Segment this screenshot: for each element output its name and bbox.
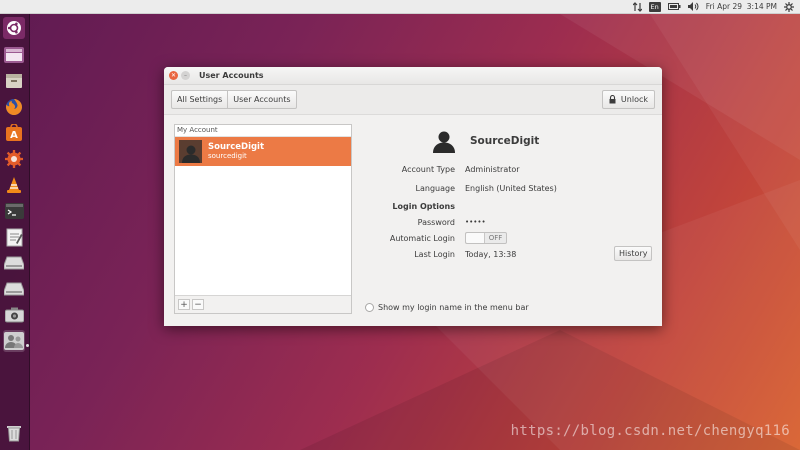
- software-center-icon[interactable]: A: [3, 122, 25, 144]
- last-login-value: Today, 13:38: [465, 249, 517, 259]
- user-detail-header: SourceDigit: [432, 129, 539, 153]
- breadcrumb: All Settings User Accounts: [171, 90, 297, 109]
- window-toolbar: All Settings User Accounts Unlock: [164, 85, 662, 115]
- show-login-name-checkbox[interactable]: [365, 303, 374, 312]
- account-list: My Account SourceDigit sourcedigit + −: [174, 124, 352, 314]
- active-app-indicator: [26, 344, 29, 347]
- trash-icon[interactable]: [3, 422, 25, 444]
- camera-icon[interactable]: [3, 304, 25, 326]
- last-login-label: Last Login: [414, 249, 455, 259]
- history-button[interactable]: History: [614, 246, 653, 261]
- language-row: Language English (United States): [364, 182, 654, 194]
- account-type-row: Account Type Administrator: [364, 163, 654, 175]
- account-type-value[interactable]: Administrator: [465, 165, 520, 174]
- window-titlebar[interactable]: ✕ – User Accounts: [164, 67, 662, 85]
- account-list-footer: + −: [175, 295, 351, 313]
- avatar: [179, 140, 202, 163]
- login-options-heading: Login Options: [392, 201, 455, 211]
- automatic-login-toggle[interactable]: OFF: [465, 232, 507, 244]
- battery-icon[interactable]: [667, 1, 681, 13]
- keyboard-layout-indicator[interactable]: En: [648, 1, 661, 12]
- toggle-state: OFF: [488, 234, 503, 242]
- account-display-name: SourceDigit: [208, 142, 265, 152]
- datetime[interactable]: Fri Apr 29 3:14 PM: [706, 2, 777, 11]
- account-list-header: My Account: [175, 125, 351, 137]
- user-full-name[interactable]: SourceDigit: [470, 135, 539, 147]
- close-icon[interactable]: ✕: [169, 71, 178, 80]
- account-type-label: Account Type: [401, 164, 455, 174]
- last-login-row: Last Login Today, 13:38: [364, 248, 654, 260]
- login-options-heading-row: Login Options: [364, 200, 654, 212]
- system-settings-icon[interactable]: [3, 148, 25, 170]
- account-username: sourcedigit: [208, 152, 247, 160]
- watermark: https://blog.csdn.net/chengyq116: [510, 423, 790, 439]
- remove-user-button[interactable]: −: [192, 299, 204, 310]
- ubuntu-dash-icon[interactable]: [3, 17, 25, 39]
- automatic-login-row: Automatic Login OFF: [364, 232, 654, 244]
- drive-icon[interactable]: [3, 278, 25, 300]
- user-avatar-icon[interactable]: [432, 129, 456, 153]
- text-editor-icon[interactable]: [3, 226, 25, 248]
- top-panel: En Fri Apr 29 3:14 PM: [0, 0, 800, 14]
- unlock-button[interactable]: Unlock: [601, 90, 655, 109]
- launcher: A: [0, 14, 30, 450]
- minimize-icon[interactable]: –: [181, 71, 190, 80]
- user-accounts-button[interactable]: User Accounts: [228, 90, 297, 109]
- show-login-name-option[interactable]: Show my login name in the menu bar: [365, 303, 529, 312]
- show-login-name-label: Show my login name in the menu bar: [378, 303, 529, 312]
- password-label: Password: [417, 217, 455, 227]
- vlc-icon[interactable]: [3, 174, 25, 196]
- password-value[interactable]: •••••: [465, 218, 486, 226]
- add-user-button[interactable]: +: [178, 299, 190, 310]
- user-accounts-icon[interactable]: [3, 330, 25, 352]
- gear-icon[interactable]: [784, 1, 794, 13]
- drive-icon[interactable]: [3, 252, 25, 274]
- user-accounts-window: ✕ – User Accounts All Settings User Acco…: [164, 67, 662, 326]
- archive-icon[interactable]: [3, 70, 25, 92]
- password-row: Password •••••: [364, 216, 654, 228]
- network-arrows-icon[interactable]: [632, 1, 642, 13]
- language-label: Language: [415, 183, 455, 193]
- svg-text:A: A: [10, 130, 18, 141]
- account-row[interactable]: SourceDigit sourcedigit: [175, 137, 351, 166]
- files-manager-icon[interactable]: [3, 44, 25, 66]
- terminal-icon[interactable]: [3, 200, 25, 222]
- automatic-login-label: Automatic Login: [389, 233, 455, 243]
- volume-icon[interactable]: [687, 1, 699, 13]
- language-value[interactable]: English (United States): [465, 184, 557, 193]
- firefox-icon[interactable]: [3, 96, 25, 118]
- unlock-label: Unlock: [620, 95, 648, 104]
- lock-icon: [609, 95, 616, 104]
- all-settings-button[interactable]: All Settings: [171, 90, 229, 109]
- window-title: User Accounts: [199, 71, 264, 80]
- toggle-knob: [466, 233, 485, 243]
